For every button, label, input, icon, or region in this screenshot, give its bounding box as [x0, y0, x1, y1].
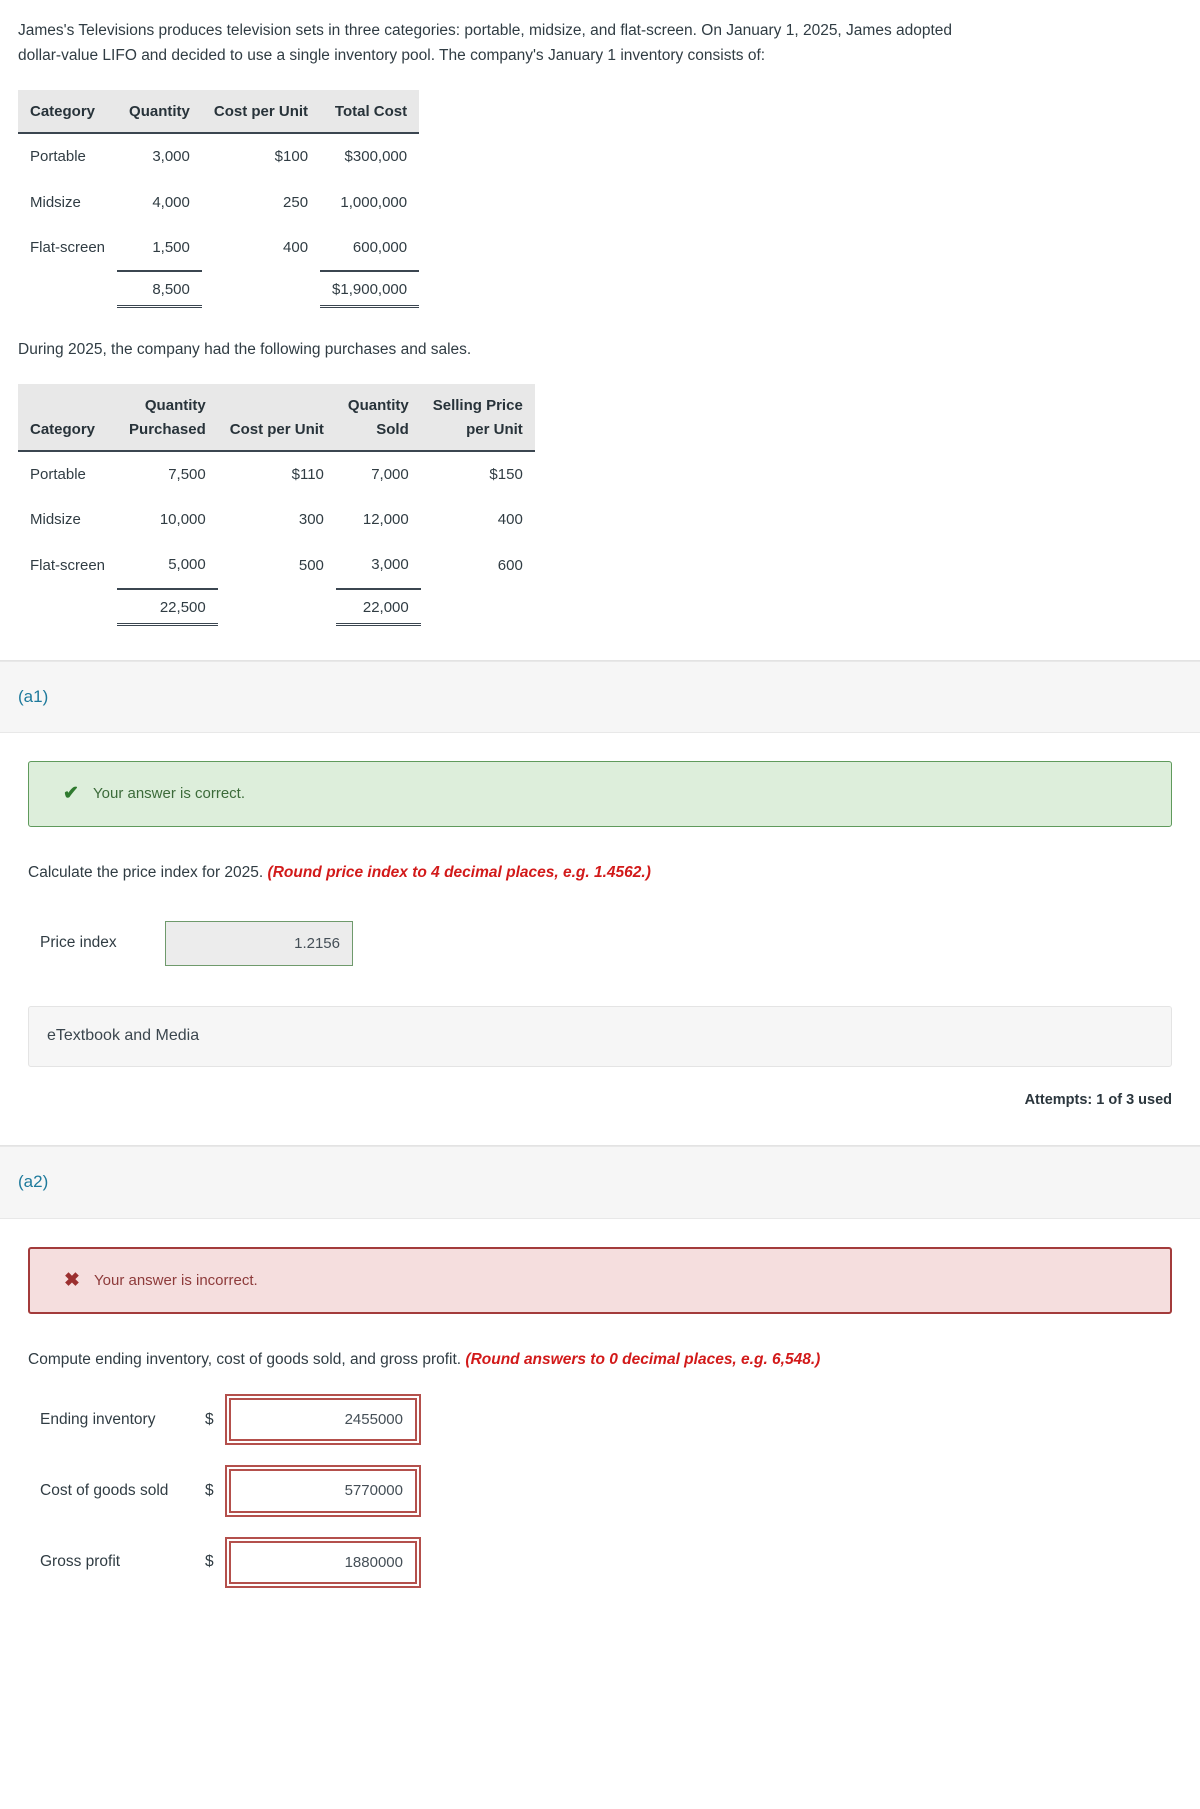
- cell-total-category: [18, 271, 117, 307]
- cell-quantity: 4,000: [152, 193, 190, 211]
- cell-qty-sold: 7,000: [371, 465, 409, 483]
- page-tail-spacer: [0, 1612, 1200, 1638]
- cell-category: Portable: [30, 148, 86, 166]
- col-header-category: Category: [18, 90, 118, 135]
- cell-qty-purchased: 10,000: [159, 511, 206, 529]
- table-total-row: 22,500 22,000: [18, 587, 535, 626]
- cell-quantity: 3,000: [152, 148, 190, 166]
- table-total-row: 8,500 $1,900,000: [18, 270, 420, 309]
- gross-profit-input[interactable]: 1880000: [225, 1536, 421, 1588]
- col-header-selling-price-per-unit: Selling Price per Unit: [420, 384, 535, 452]
- cell-cost-per-unit: $100: [274, 148, 309, 166]
- table-row: Portable 3,000 $100 $300,000: [18, 133, 419, 179]
- cell-cost-per-unit: $110: [291, 465, 324, 483]
- col-header-quantity-purchased: Quantity Purchased: [117, 384, 218, 452]
- col-header-category: Category: [18, 384, 118, 452]
- cell-total-cost: 600,000: [352, 238, 408, 256]
- col-header-cost-per-unit: Cost per Unit: [217, 384, 336, 452]
- checkmark-icon: ✔: [63, 783, 79, 805]
- answer-incorrect-text: Your answer is incorrect.: [94, 1271, 258, 1289]
- answer-correct-text: Your answer is correct.: [93, 785, 246, 803]
- cell-cost-per-unit: 300: [298, 511, 324, 529]
- answer-row-cost-of-goods-sold: Cost of goods sold $ 5770000: [40, 1465, 1200, 1517]
- part-a1-prompt-hint: (Round price index to 4 decimal places, …: [267, 863, 651, 881]
- attempts-counter: Attempts: 1 of 3 used: [1024, 1091, 1172, 1108]
- cell-category: Portable: [30, 465, 86, 483]
- part-a1-prompt: Calculate the price index for 2025. (Rou…: [0, 861, 1200, 885]
- cell-total-total-cost: $1,900,000: [320, 270, 420, 309]
- price-index-input[interactable]: 1.2156: [165, 920, 353, 967]
- cell-qty-sold: 3,000: [371, 556, 409, 574]
- table-row: Flat-screen 1,500 400 600,000: [18, 225, 419, 271]
- cell-cost-per-unit: 250: [283, 193, 309, 211]
- currency-symbol: $: [205, 1410, 214, 1428]
- answer-row-ending-inventory: Ending inventory $ 2455000: [40, 1394, 1200, 1446]
- col-header-quantity-sold: Quantity Sold: [335, 384, 421, 452]
- activity-table-wrap: Category Quantity Purchased Cost per Uni…: [0, 384, 1200, 626]
- cell-category: Midsize: [30, 193, 81, 211]
- answer-correct-banner: ✔ Your answer is correct.: [28, 761, 1172, 827]
- answer-row-gross-profit: Gross profit $ 1880000: [40, 1536, 1200, 1588]
- cell-total-cost: $300,000: [344, 148, 408, 166]
- cell-total-qty-purchased: 22,500: [117, 587, 218, 626]
- cell-qty-purchased: 5,000: [168, 556, 206, 574]
- part-a2-prompt-hint: (Round answers to 0 decimal places, e.g.…: [465, 1351, 821, 1369]
- cell-total-cost-per-unit: [218, 589, 336, 625]
- cell-total-cost-per-unit: [202, 271, 320, 307]
- cell-total-qty-sold: 22,000: [335, 587, 421, 626]
- ending-inventory-input[interactable]: 2455000: [225, 1394, 421, 1446]
- cell-category: Flat-screen: [30, 239, 106, 257]
- part-a2-prompt: Compute ending inventory, cost of goods …: [0, 1348, 1200, 1372]
- cell-quantity: 1,500: [152, 238, 190, 256]
- cell-total-selling-price: [421, 589, 535, 625]
- inventory-table: Category Quantity Cost per Unit Total Co…: [18, 90, 420, 309]
- table-row: Portable 7,500 $110 7,000 $150: [18, 451, 535, 497]
- cell-qty-purchased: 7,500: [168, 465, 206, 483]
- col-header-total-cost: Total Cost: [320, 90, 420, 135]
- etextbook-and-media-button[interactable]: eTextbook and Media: [28, 1006, 1172, 1067]
- activity-table: Category Quantity Purchased Cost per Uni…: [18, 384, 535, 626]
- col-header-cost-per-unit: Cost per Unit: [201, 90, 321, 135]
- ending-inventory-label: Ending inventory: [40, 1410, 156, 1428]
- part-a2-header: (a2): [0, 1146, 1200, 1219]
- answer-incorrect-banner: ✖ Your answer is incorrect.: [28, 1246, 1172, 1315]
- cell-total-quantity: 8,500: [117, 270, 202, 309]
- cell-selling-price: 400: [497, 511, 523, 529]
- price-index-row: Price index 1.2156: [0, 920, 1200, 967]
- cell-total-category: [18, 589, 117, 625]
- cell-cost-per-unit: 400: [283, 239, 309, 257]
- inventory-table-wrap: Category Quantity Cost per Unit Total Co…: [0, 90, 1200, 309]
- part-a2-answers: Ending inventory $ 2455000 Cost of goods…: [0, 1394, 1200, 1588]
- cross-icon: ✖: [64, 1269, 80, 1291]
- cost-of-goods-sold-label: Cost of goods sold: [40, 1481, 169, 1499]
- col-header-quantity: Quantity: [117, 90, 202, 135]
- table-row: Flat-screen 5,000 500 3,000 600: [18, 542, 535, 588]
- exercise-page: James's Televisions produces television …: [0, 0, 1200, 1638]
- table-row: Midsize 10,000 300 12,000 400: [18, 497, 535, 542]
- cell-selling-price: $150: [489, 465, 523, 483]
- part-a2-label: (a2): [18, 1172, 49, 1192]
- cell-category: Midsize: [30, 511, 81, 529]
- table-row: Midsize 4,000 250 1,000,000: [18, 180, 419, 225]
- mid-paragraph: During 2025, the company had the followi…: [18, 341, 472, 359]
- part-a1-prompt-main: Calculate the price index for 2025.: [28, 863, 268, 881]
- part-a1-label: (a1): [18, 686, 49, 706]
- cell-selling-price: 600: [497, 556, 523, 574]
- intro-paragraph: James's Televisions produces television …: [18, 22, 953, 65]
- cell-total-cost: 1,000,000: [340, 193, 408, 211]
- cost-of-goods-sold-input[interactable]: 5770000: [225, 1465, 421, 1517]
- gross-profit-label: Gross profit: [40, 1553, 121, 1571]
- price-index-label: Price index: [40, 934, 117, 952]
- cell-category: Flat-screen: [30, 556, 106, 574]
- currency-symbol: $: [205, 1553, 214, 1571]
- part-a1-header: (a1): [0, 660, 1200, 734]
- cell-qty-sold: 12,000: [362, 511, 409, 529]
- currency-symbol: $: [205, 1481, 214, 1499]
- table-header-row: Category Quantity Cost per Unit Total Co…: [18, 90, 420, 135]
- part-a2-prompt-main: Compute ending inventory, cost of goods …: [28, 1351, 466, 1369]
- table-header-row: Category Quantity Purchased Cost per Uni…: [18, 384, 535, 452]
- cell-cost-per-unit: 500: [298, 556, 324, 574]
